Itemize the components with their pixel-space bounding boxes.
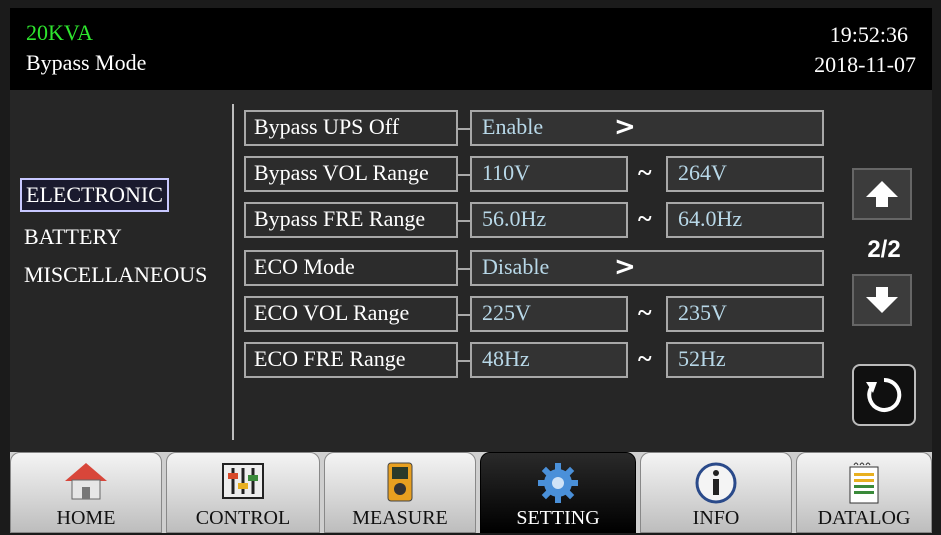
page-down-button[interactable] [852, 274, 912, 326]
eco-vol-range-label: ECO VOL Range [244, 296, 458, 332]
tab-info-label: INFO [692, 507, 740, 529]
ups-screen: 20KVA Bypass Mode 19:52:36 2018-11-07 EL… [10, 8, 932, 533]
mode-label: Bypass Mode [26, 50, 147, 75]
bypass-fre-range-label: Bypass FRE Range [244, 202, 458, 238]
sidebar-item-miscellaneous[interactable]: MISCELLANEOUS [20, 260, 211, 290]
tab-datalog-label: DATALOG [817, 507, 911, 529]
bypass-fre-min-field[interactable]: 56.0Hz [470, 202, 628, 238]
tab-datalog[interactable]: DATALOG [796, 452, 932, 533]
sidebar-item-electronic[interactable]: ELECTRONIC [20, 178, 169, 212]
range-separator: ~ [638, 344, 652, 373]
date-label: 2018-11-07 [814, 52, 916, 77]
bypass-vol-max-field[interactable]: 264V [666, 156, 824, 192]
home-icon [65, 463, 107, 500]
eco-mode-label: ECO Mode [244, 250, 458, 286]
datalog-icon [849, 462, 879, 504]
bypass-ups-off-label: Bypass UPS Off [244, 110, 458, 146]
eco-mode-value: Disable [482, 254, 550, 279]
sidebar-item-battery[interactable]: BATTERY [20, 222, 126, 252]
model-label: 20KVA [26, 20, 93, 45]
bypass-vol-range-label: Bypass VOL Range [244, 156, 458, 192]
chevron-right-icon: > [614, 252, 636, 282]
eco-fre-range-label: ECO FRE Range [244, 342, 458, 378]
bypass-ups-off-select[interactable]: Enable [470, 110, 824, 146]
gear-icon [538, 463, 578, 503]
bypass-vol-min-field[interactable]: 110V [470, 156, 628, 192]
refresh-button[interactable] [852, 364, 916, 426]
time-label: 19:52:36 [829, 22, 908, 47]
page-indicator: 2/2 [867, 236, 901, 263]
range-separator: ~ [638, 298, 652, 327]
eco-vol-min-field[interactable]: 225V [470, 296, 628, 332]
measure-icon [387, 462, 413, 502]
control-icon [222, 463, 264, 499]
tab-control[interactable]: CONTROL [166, 452, 320, 533]
arrow-up-icon [866, 181, 898, 207]
eco-fre-max-field[interactable]: 52Hz [666, 342, 824, 378]
arrow-down-icon [866, 287, 898, 313]
tab-home[interactable]: HOME [10, 452, 162, 533]
range-separator: ~ [638, 158, 652, 187]
page-up-button[interactable] [852, 168, 912, 220]
range-separator: ~ [638, 204, 652, 233]
tab-measure[interactable]: MEASURE [324, 452, 476, 533]
tab-setting-label: SETTING [516, 507, 600, 529]
tab-setting[interactable]: SETTING [480, 452, 636, 533]
tab-control-label: CONTROL [195, 507, 291, 529]
bypass-fre-max-field[interactable]: 64.0Hz [666, 202, 824, 238]
status-header: 20KVA Bypass Mode 19:52:36 2018-11-07 [10, 8, 932, 90]
divider [232, 104, 234, 440]
tab-measure-label: MEASURE [352, 507, 448, 529]
refresh-icon [866, 377, 902, 412]
bypass-ups-off-value: Enable [482, 114, 544, 139]
chevron-right-icon: > [614, 112, 636, 142]
eco-fre-min-field[interactable]: 48Hz [470, 342, 628, 378]
info-icon [695, 462, 737, 504]
tab-home-label: HOME [56, 507, 116, 529]
tab-info[interactable]: INFO [640, 452, 792, 533]
bottom-tab-bar: HOME CONTROL MEASURE SETTING INFO DATALO… [10, 452, 932, 533]
eco-vol-max-field[interactable]: 235V [666, 296, 824, 332]
eco-mode-select[interactable]: Disable [470, 250, 824, 286]
